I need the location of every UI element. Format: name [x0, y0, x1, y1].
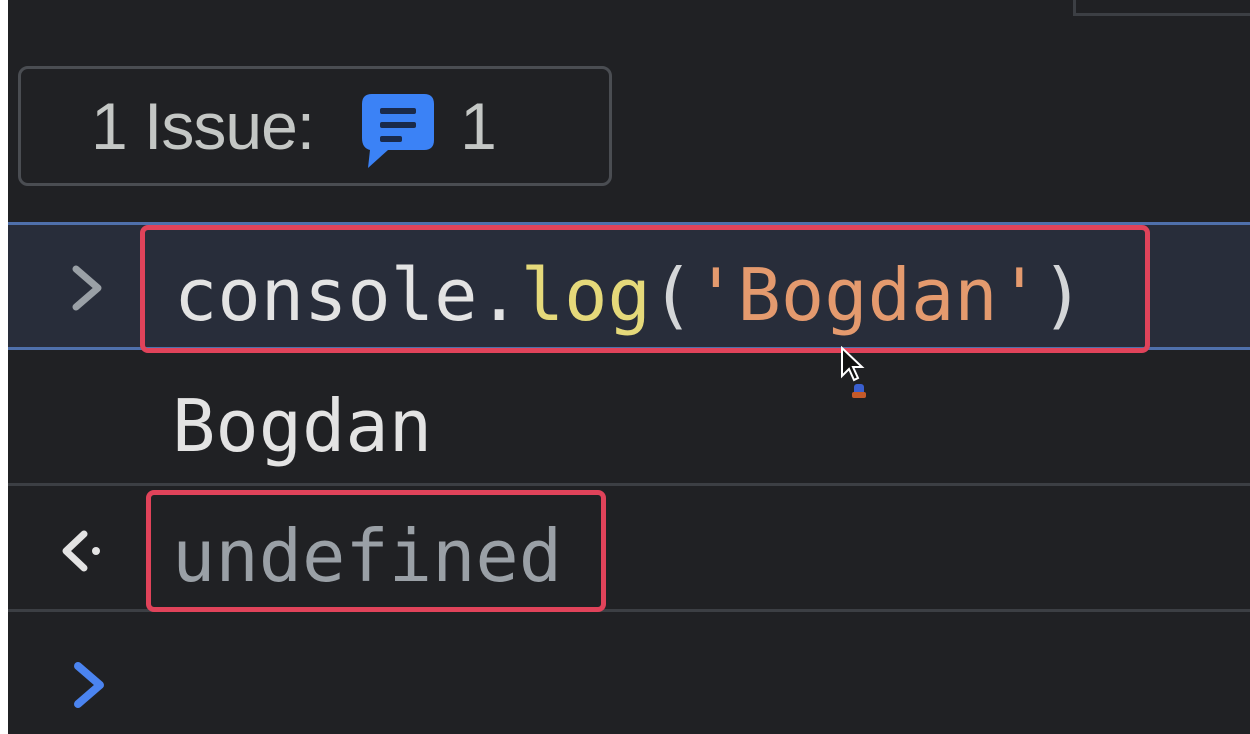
console-prompt-row[interactable]: [8, 612, 1250, 734]
console-command: console.log('Bogdan'): [174, 259, 1084, 331]
toolbar-edge: [1073, 0, 1250, 16]
console-output-row: Bogdan: [8, 350, 1250, 486]
token-object: console: [174, 253, 478, 337]
log-output: Bogdan: [172, 384, 433, 468]
issues-bar: 1 Issue: 1: [8, 40, 1250, 215]
console-input-row[interactable]: console.log('Bogdan'): [8, 222, 1250, 353]
devtools-console: 1 Issue: 1 console.log('Bogdan') Bogdan: [8, 0, 1250, 734]
issues-label: 1 Issue:: [91, 89, 315, 163]
prompt-chevron-icon: [70, 660, 110, 710]
message-icon: [358, 90, 438, 170]
chevron-right-icon: [68, 263, 108, 313]
return-value: undefined: [172, 514, 563, 598]
token-close-paren: ): [1040, 253, 1085, 337]
issues-count: 1: [460, 89, 497, 163]
issues-button[interactable]: 1 Issue: 1: [18, 66, 612, 186]
console-result-row: undefined: [8, 486, 1250, 612]
token-string: 'Bogdan': [694, 253, 1041, 337]
token-open-paren: (: [650, 253, 695, 337]
mouse-cursor-icon: [840, 345, 880, 406]
token-dot: .: [477, 253, 521, 337]
token-method: log: [520, 253, 651, 337]
return-arrow-icon: [60, 526, 100, 576]
